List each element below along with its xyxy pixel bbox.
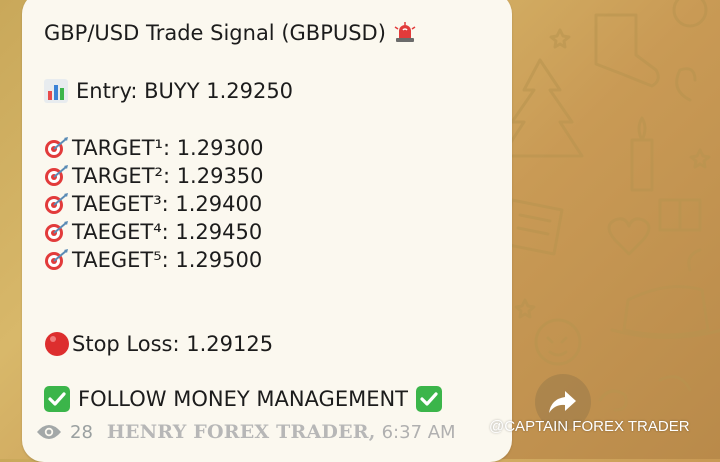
stop-loss-line: Stop Loss: 1.29125: [44, 331, 273, 357]
siren-icon: [394, 22, 416, 44]
dart-target-icon: [44, 137, 70, 159]
message-time: 6:37 AM: [381, 421, 456, 443]
target-text-3: TAEGET³: 1.29400: [72, 192, 263, 216]
eye-icon: [37, 425, 61, 439]
check-mark-icon: [44, 386, 70, 412]
message-title: GBP/USD Trade Signal (GBPUSD): [44, 21, 386, 45]
target-line-1: TARGET¹: 1.29300: [44, 136, 264, 160]
stop-loss-text: Stop Loss: 1.29125: [72, 332, 274, 356]
target-text-1: TARGET¹: 1.29300: [72, 136, 264, 160]
target-text-4: TAEGET⁴: 1.29450: [72, 220, 263, 244]
target-text-5: TAEGET⁵: 1.29500: [72, 248, 263, 272]
dart-target-icon: [44, 165, 70, 187]
bar-chart-icon: [44, 79, 68, 103]
target-line-3: TAEGET³: 1.29400: [44, 192, 262, 216]
target-line-4: TAEGET⁴: 1.29450: [44, 220, 262, 244]
author-signature: HENRY FOREX TRADER,: [106, 421, 376, 443]
dart-target-icon: [44, 221, 70, 243]
views-count: 28: [70, 421, 93, 443]
message-title-line: GBP/USD Trade Signal (GBPUSD): [44, 21, 418, 45]
dart-target-icon: [44, 249, 70, 271]
target-text-2: TARGET²: 1.29350: [72, 164, 264, 188]
watermark: @CAPTAIN FOREX TRADER: [489, 418, 690, 435]
red-circle-icon: [44, 331, 70, 357]
target-line-2: TARGET²: 1.29350: [44, 164, 264, 188]
message-footer: 28 HENRY FOREX TRADER, 6:37 AM: [36, 419, 456, 445]
share-arrow-icon: [549, 391, 576, 413]
views-counter: 28: [36, 422, 93, 443]
entry-text: Entry: BUYY 1.29250: [76, 79, 294, 103]
dart-target-icon: [44, 193, 70, 215]
entry-line: Entry: BUYY 1.29250: [44, 79, 293, 103]
follow-line: FOLLOW MONEY MANAGEMENT: [44, 386, 444, 412]
check-mark-icon: [416, 386, 443, 412]
target-line-5: TAEGET⁵: 1.29500: [44, 248, 262, 272]
follow-text: FOLLOW MONEY MANAGEMENT: [78, 387, 409, 411]
